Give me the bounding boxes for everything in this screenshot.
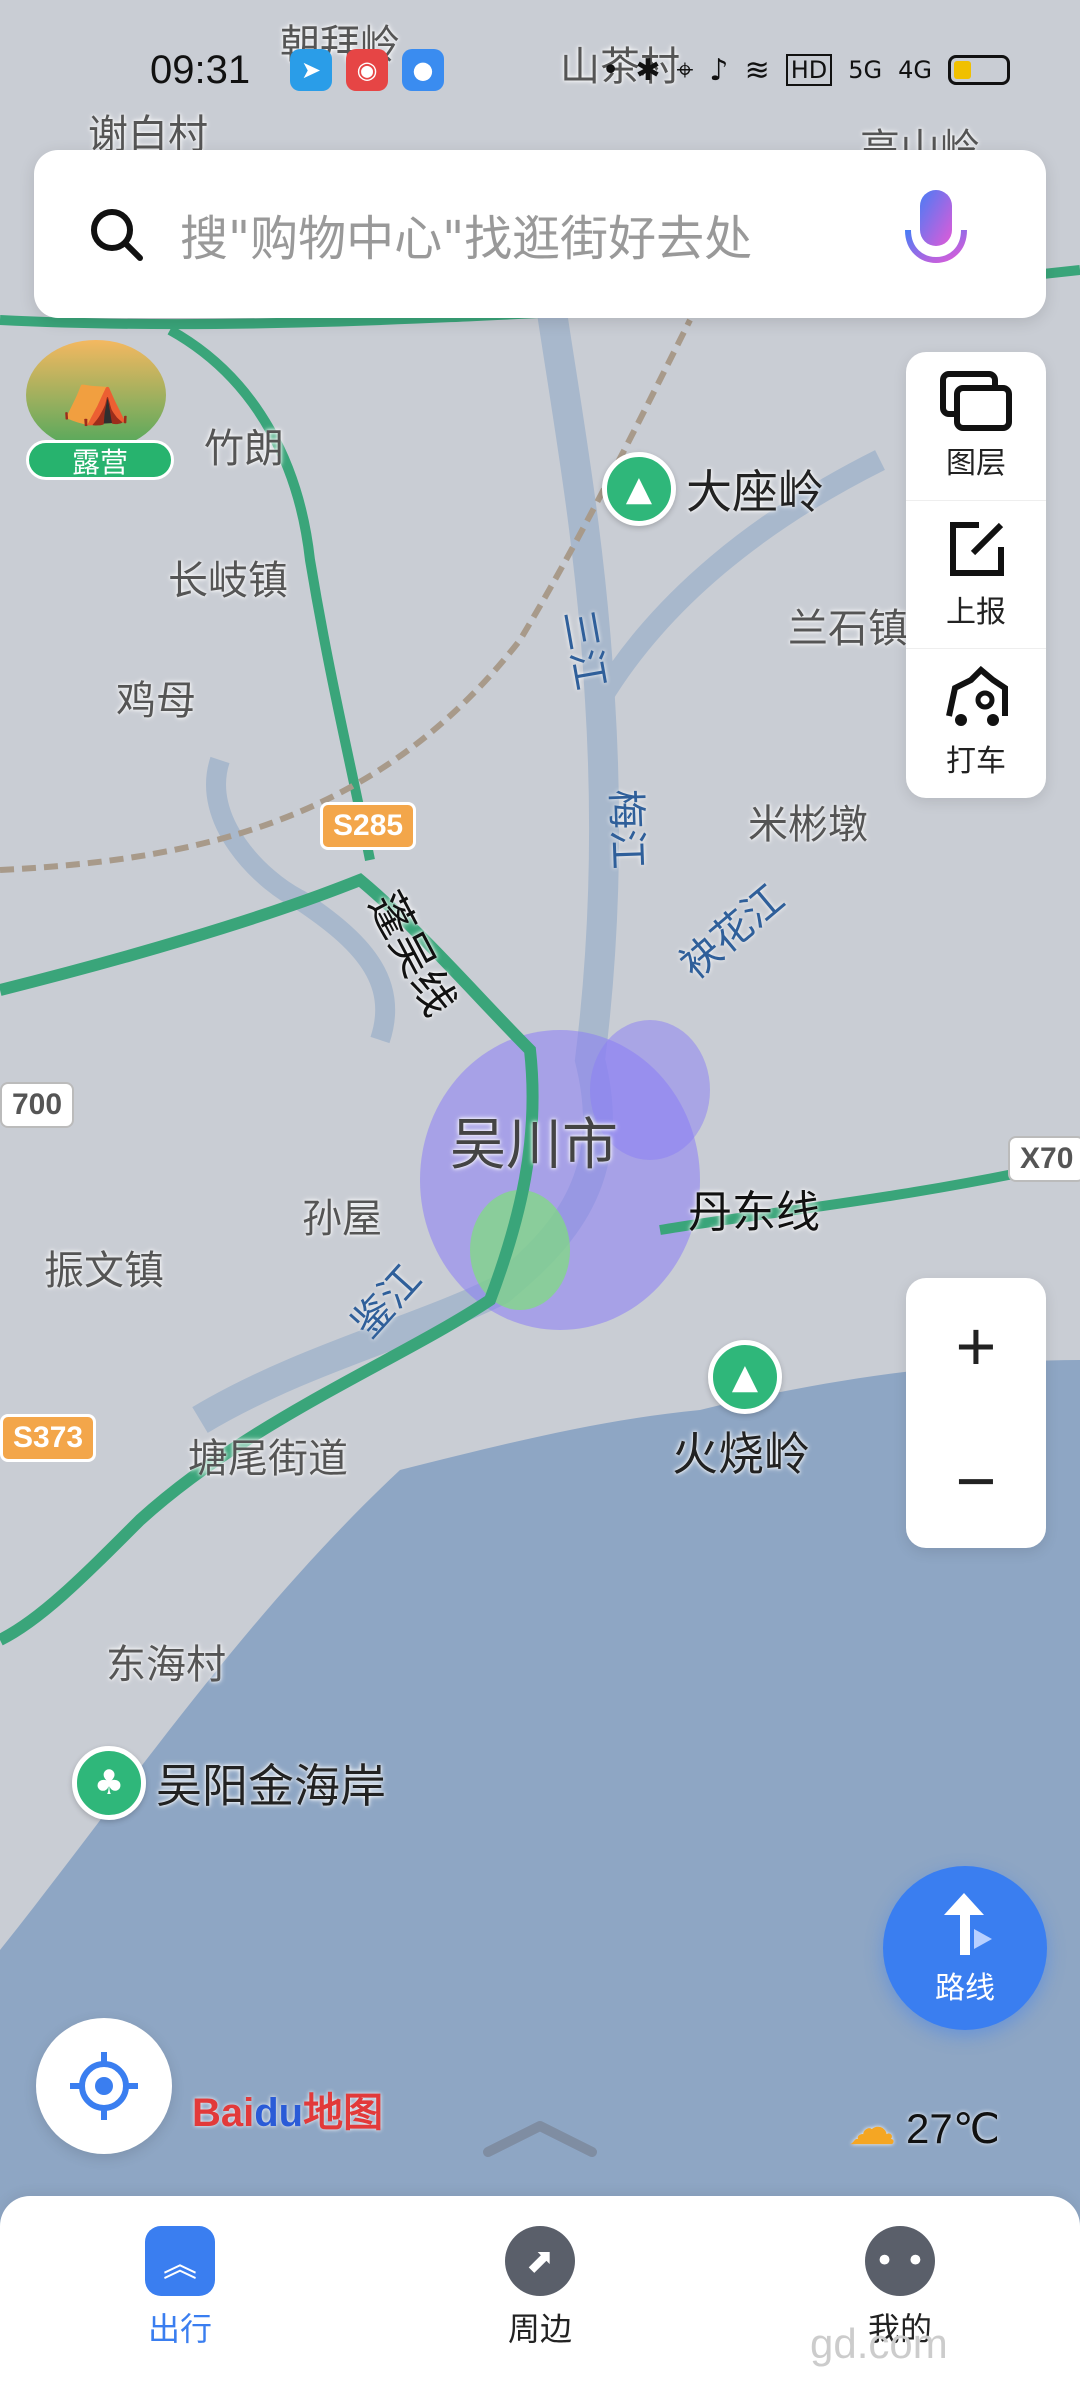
- search-bar[interactable]: 搜"购物中心"找逛街好去处: [34, 150, 1046, 318]
- logo-du: du: [254, 2091, 304, 2135]
- road-label: 丹东线: [688, 1187, 820, 1238]
- poi-marker[interactable]: ▲ 大座岭: [602, 452, 824, 526]
- poi-label: 大座岭: [686, 465, 824, 519]
- nav-travel[interactable]: ︽ 出行: [90, 2226, 270, 2350]
- place-label[interactable]: 米彬墩: [748, 792, 868, 850]
- watermark: gd.com: [810, 2320, 948, 2367]
- road-shield: S373: [0, 1414, 97, 1462]
- camping-label: 露营: [26, 440, 174, 480]
- zoom-out-button[interactable]: −: [906, 1413, 1046, 1548]
- place-label[interactable]: 长岐镇: [168, 548, 288, 606]
- wifi-icon: ≋: [744, 52, 770, 88]
- profile-icon: • •: [865, 2226, 935, 2296]
- weather-temp: 27℃: [906, 2104, 1000, 2152]
- place-label[interactable]: 鸡母: [116, 668, 196, 726]
- battery-icon: [948, 55, 1010, 85]
- route-label: 路线: [935, 1971, 995, 2006]
- place-label[interactable]: 振文镇: [44, 1238, 164, 1296]
- weibo-icon: ◉: [346, 49, 388, 91]
- river-label: 梅江: [601, 788, 651, 870]
- edit-report-icon: [950, 521, 1004, 576]
- telegram-icon: ➤: [290, 49, 332, 91]
- notification-icons: ➤ ◉ ●: [290, 49, 444, 91]
- mountain-icon: ▲: [602, 452, 676, 526]
- taxi-button[interactable]: 打车: [906, 648, 1046, 796]
- report-label: 上报: [946, 594, 1006, 630]
- nav-travel-label: 出行: [147, 2310, 212, 2348]
- weather-widget[interactable]: ☁ 27℃: [848, 2100, 1000, 2156]
- taxi-icon: [946, 665, 1008, 726]
- zoom-in-button[interactable]: +: [906, 1278, 1046, 1413]
- logo-bai: Bai: [192, 2091, 255, 2135]
- partly-cloudy-icon: ☁: [848, 2102, 896, 2155]
- poi-label: 火烧岭: [672, 1427, 810, 1481]
- logo-map: 地图: [303, 2091, 384, 2135]
- place-label[interactable]: 兰石镇: [788, 596, 908, 654]
- travel-icon: ︽: [145, 2226, 215, 2296]
- layers-button[interactable]: 图层: [906, 352, 1046, 500]
- tree-icon: ♣: [72, 1746, 146, 1820]
- poi-label: 吴阳金海岸: [156, 1759, 386, 1813]
- place-label[interactable]: 孙屋: [302, 1186, 382, 1244]
- city-label[interactable]: 吴川市: [450, 1100, 618, 1181]
- status-time: 09:31: [150, 47, 251, 92]
- signal-5g-icon: 5G: [848, 56, 883, 84]
- hd-badge: HD: [785, 54, 833, 86]
- bottom-nav: ︽ 出行 ⬈ 周边 • • 我的: [0, 2196, 1080, 2400]
- route-button[interactable]: 路线: [883, 1866, 1047, 2030]
- compass-icon: ⬈: [505, 2226, 575, 2296]
- taxi-label: 打车: [946, 743, 1006, 779]
- road-shield: X70: [1008, 1136, 1080, 1182]
- signal-4g-icon: 4G: [898, 56, 932, 84]
- poi-marker[interactable]: ▲ 火烧岭: [672, 1340, 810, 1484]
- road-shield: S285: [320, 802, 417, 850]
- layers-icon: [940, 371, 1012, 431]
- camping-badge[interactable]: ⛺ 露营: [26, 340, 176, 480]
- road-shield: 700: [0, 1082, 75, 1128]
- status-bar: 09:31 ➤ ◉ ● • ✱ ⌖ ♪ ≋ HD 5G 4G: [0, 30, 1080, 110]
- location-icon: ⌖: [676, 52, 694, 88]
- mountain-icon: ▲: [708, 1340, 782, 1414]
- place-label[interactable]: 竹朗: [204, 416, 284, 474]
- voice-mic-icon[interactable]: [896, 184, 976, 284]
- place-label[interactable]: 塘尾街道: [188, 1426, 348, 1484]
- zoom-control: + −: [906, 1278, 1046, 1548]
- route-arrow-icon: [944, 1893, 992, 1955]
- bluetooth-icon: ✱: [635, 52, 661, 88]
- map-toolbar: 图层 上报 打车: [906, 352, 1046, 798]
- place-label[interactable]: 东海村: [106, 1632, 226, 1690]
- layers-label: 图层: [946, 446, 1006, 481]
- pull-up-handle-icon[interactable]: [482, 2118, 598, 2158]
- dot-icon: •: [601, 52, 620, 88]
- report-button[interactable]: 上报: [906, 500, 1046, 648]
- poi-marker[interactable]: ♣ 吴阳金海岸: [72, 1746, 386, 1820]
- app-notification-icon: ●: [402, 49, 444, 91]
- locate-target-icon: [70, 2052, 138, 2120]
- system-icons: • ✱ ⌖ ♪ ≋ HD 5G 4G: [602, 53, 1010, 88]
- search-icon: [91, 209, 143, 261]
- baidu-map-logo: Baidu地图: [192, 2080, 383, 2138]
- nav-nearby[interactable]: ⬈ 周边: [450, 2226, 630, 2350]
- nav-nearby-label: 周边: [507, 2310, 572, 2348]
- mic-status-icon: ♪: [709, 52, 729, 88]
- search-placeholder[interactable]: 搜"购物中心"找逛街好去处: [180, 199, 752, 269]
- locate-button[interactable]: [36, 2018, 172, 2154]
- tent-icon: ⛺: [26, 340, 166, 450]
